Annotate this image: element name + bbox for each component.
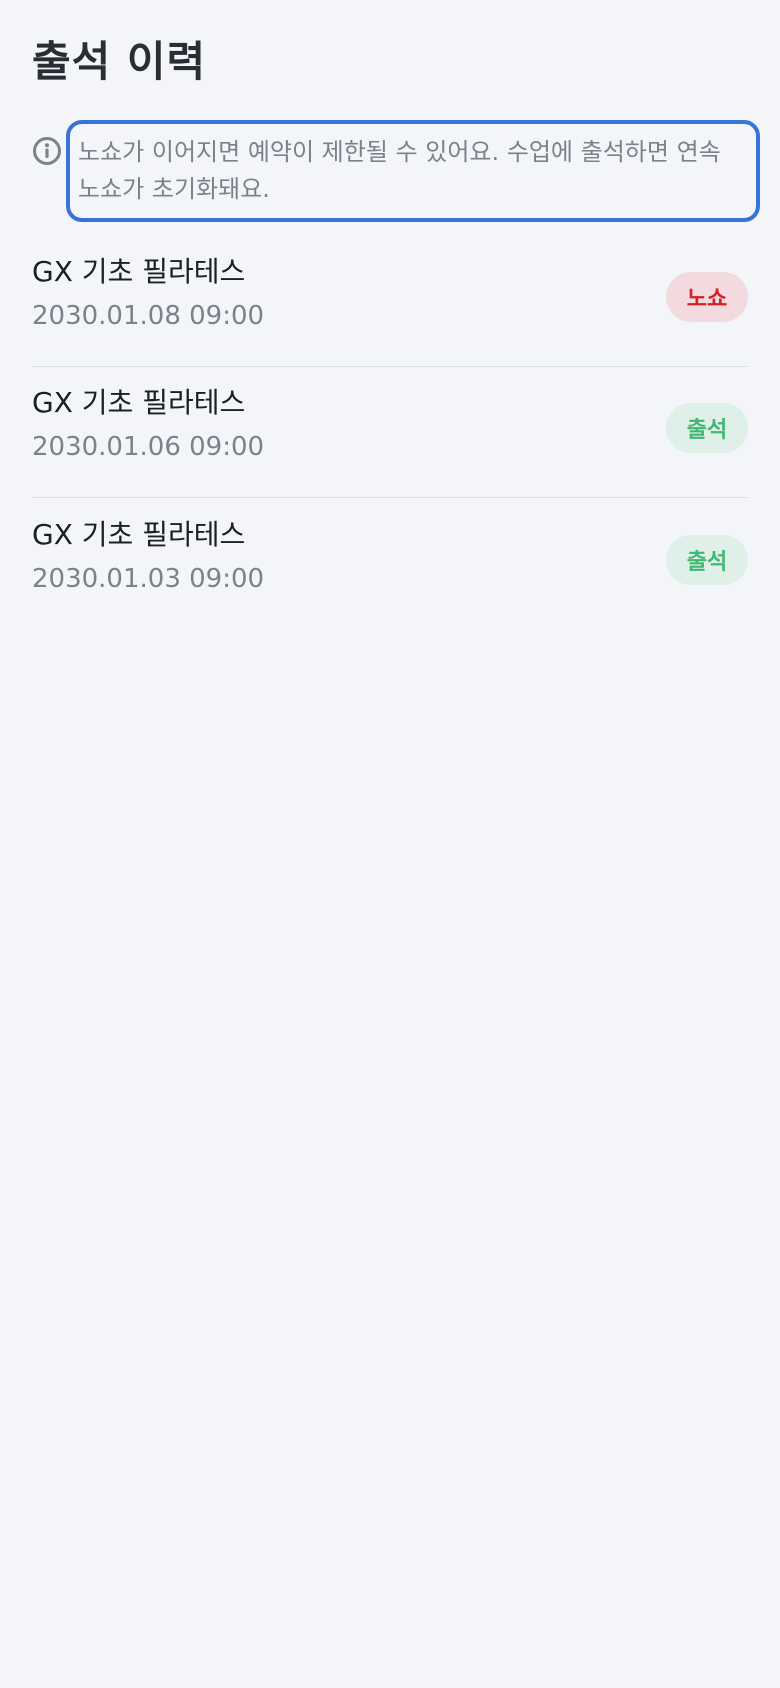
attendance-history-list: GX 기초 필라테스 2030.01.08 09:00 노쇼 GX 기초 필라테… bbox=[32, 236, 748, 629]
class-name: GX 기초 필라테스 bbox=[32, 255, 246, 288]
class-datetime: 2030.01.03 09:00 bbox=[32, 563, 265, 594]
history-row[interactable]: GX 기초 필라테스 2030.01.08 09:00 노쇼 bbox=[32, 236, 748, 367]
info-circle-icon bbox=[32, 136, 62, 166]
class-datetime: 2030.01.06 09:00 bbox=[32, 432, 265, 462]
history-row[interactable]: GX 기초 필라테스 2030.01.03 09:00 출석 bbox=[32, 498, 748, 629]
status-badge: 출석 bbox=[666, 403, 748, 453]
status-badge: 출석 bbox=[666, 534, 748, 585]
class-datetime: 2030.01.08 09:00 bbox=[32, 301, 265, 331]
notice-banner: 노쇼가 이어지면 예약이 제한될 수 있어요. 수업에 출석하면 연속 노쇼가 … bbox=[32, 120, 760, 222]
class-name: GX 기초 필라테스 bbox=[32, 517, 246, 551]
class-name: GX 기초 필라테스 bbox=[32, 386, 246, 419]
notice-text: 노쇼가 이어지면 예약이 제한될 수 있어요. 수업에 출석하면 연속 노쇼가 … bbox=[66, 120, 760, 222]
page-title: 출석 이력 bbox=[32, 37, 207, 86]
status-badge: 노쇼 bbox=[666, 272, 748, 322]
history-row[interactable]: GX 기초 필라테스 2030.01.06 09:00 출석 bbox=[32, 367, 748, 498]
